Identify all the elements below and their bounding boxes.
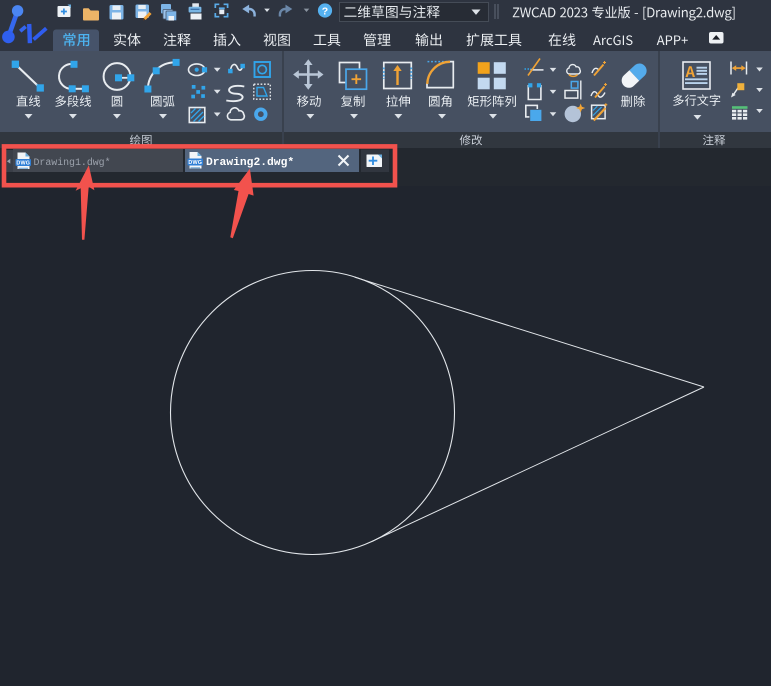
svg-text:DWG: DWG xyxy=(16,161,30,167)
svg-text:DWG: DWG xyxy=(188,160,202,166)
svg-text:Drawing2.dwg*: Drawing2.dwg* xyxy=(206,157,294,169)
svg-text:Drawing1.dwg*: Drawing1.dwg* xyxy=(34,157,111,168)
svg-text:?: ? xyxy=(322,5,328,17)
